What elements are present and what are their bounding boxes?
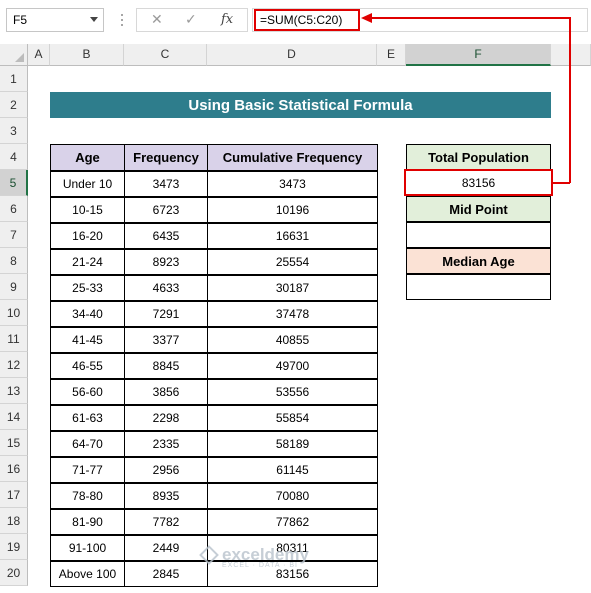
table-cell[interactable]: 61145 [207,457,378,483]
table-cell[interactable]: 30187 [207,275,378,301]
table-cell[interactable]: 3377 [124,327,208,353]
total-population-label[interactable]: Total Population [406,144,551,170]
table-cell[interactable]: 10196 [207,197,378,223]
table-cell[interactable]: 2449 [124,535,208,561]
row-header-9[interactable]: 9 [0,274,28,300]
row-header-11[interactable]: 11 [0,326,28,352]
row-header-7[interactable]: 7 [0,222,28,248]
row-header-2[interactable]: 2 [0,92,28,118]
name-box[interactable]: F5 [6,8,104,32]
table-cell[interactable]: 46-55 [50,353,125,379]
row-header-19[interactable]: 19 [0,534,28,560]
table-cell[interactable]: 56-60 [50,379,125,405]
column-header-d[interactable]: D [207,44,377,66]
table-cell[interactable]: Under 10 [50,171,125,197]
table-cell[interactable]: 91-100 [50,535,125,561]
table-cell[interactable]: 8935 [124,483,208,509]
table-cell[interactable]: 61-63 [50,405,125,431]
row-header-20[interactable]: 20 [0,560,28,586]
table-cell[interactable]: 4633 [124,275,208,301]
table-header-0[interactable]: Age [50,144,125,171]
table-cell[interactable]: 10-15 [50,197,125,223]
table-cell[interactable]: 34-40 [50,301,125,327]
median-age-value[interactable] [406,274,551,300]
table-cell[interactable]: 21-24 [50,249,125,275]
watermark-tagline: EXCEL · DATA · BI [222,562,298,569]
table-cell[interactable]: 8923 [124,249,208,275]
table-cell[interactable]: 6723 [124,197,208,223]
total-population-value[interactable]: 83156 [404,169,553,196]
row-header-4[interactable]: 4 [0,144,28,170]
column-header-f[interactable]: F [406,44,551,66]
row-header-1[interactable]: 1 [0,66,28,92]
row-header-16[interactable]: 16 [0,456,28,482]
table-cell[interactable]: 2956 [124,457,208,483]
watermark-logo: exceldemy EXCEL · DATA · BI [199,545,309,569]
table-cell[interactable]: 3473 [124,171,208,197]
name-box-value: F5 [13,13,28,27]
row-header-8[interactable]: 8 [0,248,28,274]
table-cell[interactable]: 49700 [207,353,378,379]
column-header-filler [551,44,591,66]
table-cell[interactable]: 2845 [124,561,208,587]
table-cell[interactable]: 41-45 [50,327,125,353]
table-cell[interactable]: 25554 [207,249,378,275]
row-header-18[interactable]: 18 [0,508,28,534]
table-cell[interactable]: 3473 [207,171,378,197]
table-header-2[interactable]: Cumulative Frequency [207,144,378,171]
row-header-15[interactable]: 15 [0,430,28,456]
table-cell[interactable]: 7291 [124,301,208,327]
chevron-down-icon[interactable] [90,17,98,22]
mid-point-value[interactable] [406,222,551,248]
row-header-10[interactable]: 10 [0,300,28,326]
formula-text: =SUM(C5:C20) [260,13,343,27]
row-header-5[interactable]: 5 [0,170,28,196]
table-cell[interactable]: 64-70 [50,431,125,457]
table-cell[interactable]: 16-20 [50,223,125,249]
mid-point-label[interactable]: Mid Point [406,196,551,222]
insert-function-icon[interactable]: fx [221,12,233,27]
row-header-17[interactable]: 17 [0,482,28,508]
formula-bar-area: F5 ✕ ✓ fx =SUM(C5:C20) [0,0,591,42]
table-cell[interactable]: 6435 [124,223,208,249]
row-header-12[interactable]: 12 [0,352,28,378]
table-cell[interactable]: 37478 [207,301,378,327]
drag-handle-icon[interactable] [121,14,124,28]
check-icon[interactable]: ✓ [185,11,197,28]
table-cell[interactable]: 77862 [207,509,378,535]
formula-controls: ✕ ✓ fx [136,8,248,32]
table-cell[interactable]: 7782 [124,509,208,535]
row-header-14[interactable]: 14 [0,404,28,430]
table-cell[interactable]: 58189 [207,431,378,457]
table-cell[interactable]: 16631 [207,223,378,249]
row-header-3[interactable]: 3 [0,118,28,144]
table-cell[interactable]: 70080 [207,483,378,509]
row-header-6[interactable]: 6 [0,196,28,222]
title-banner[interactable]: Using Basic Statistical Formula [50,92,551,118]
cancel-icon[interactable]: ✕ [151,11,163,28]
row-header-13[interactable]: 13 [0,378,28,404]
select-all-corner[interactable] [0,44,28,66]
table-cell[interactable]: 71-77 [50,457,125,483]
table-cell[interactable]: Above 100 [50,561,125,587]
column-header-e[interactable]: E [377,44,406,66]
table-cell[interactable]: 3856 [124,379,208,405]
table-cell[interactable]: 25-33 [50,275,125,301]
table-cell[interactable]: 40855 [207,327,378,353]
table-cell[interactable]: 78-80 [50,483,125,509]
formula-highlight[interactable]: =SUM(C5:C20) [254,9,360,31]
table-cell[interactable]: 81-90 [50,509,125,535]
column-header-c[interactable]: C [124,44,207,66]
column-header-b[interactable]: B [50,44,124,66]
table-header-1[interactable]: Frequency [124,144,208,171]
table-cell[interactable]: 2335 [124,431,208,457]
table-cell[interactable]: 55854 [207,405,378,431]
median-age-label[interactable]: Median Age [406,248,551,274]
column-header-a[interactable]: A [28,44,50,66]
table-cell[interactable]: 8845 [124,353,208,379]
table-cell[interactable]: 2298 [124,405,208,431]
table-cell[interactable]: 53556 [207,379,378,405]
